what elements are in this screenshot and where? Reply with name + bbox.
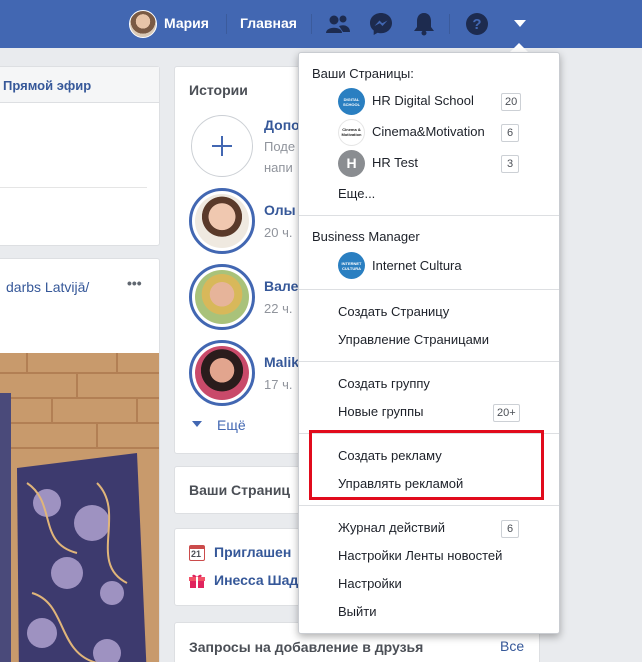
home-link[interactable]: Главная — [240, 15, 297, 31]
page-link[interactable]: HR Digital School — [372, 93, 474, 108]
page-link[interactable]: Cinema&Motivation — [372, 124, 485, 139]
divider — [311, 14, 312, 34]
post-options-button[interactable]: ••• — [127, 275, 142, 291]
stories-title: Истории — [189, 82, 248, 98]
account-dropdown-menu: Ваши Страницы: DIGITAL SCHOOL HR Digital… — [298, 52, 560, 634]
new-groups-count: 20+ — [493, 404, 520, 422]
feed-post: darbs Latvijā/ ••• — [0, 258, 160, 662]
new-groups-item[interactable]: Новые группы — [338, 404, 423, 419]
birthday-link[interactable]: Инесса Шад — [214, 572, 298, 588]
notifications-icon[interactable] — [412, 12, 436, 36]
help-icon[interactable]: ? — [465, 12, 489, 36]
gift-icon — [189, 574, 205, 588]
ads-highlight-box — [309, 430, 544, 500]
story-name[interactable]: Malik — [264, 354, 299, 370]
divider — [226, 14, 227, 34]
svg-text:?: ? — [472, 16, 481, 33]
see-all-link[interactable]: Все — [500, 638, 524, 654]
pages-section-header: Ваши Страницы: — [312, 66, 414, 81]
story-avatar[interactable] — [189, 188, 255, 254]
more-pages-link[interactable]: Еще... — [338, 186, 375, 201]
calendar-icon: 21 — [189, 545, 205, 561]
post-photo[interactable] — [0, 353, 159, 662]
activity-log-item[interactable]: Журнал действий — [338, 520, 445, 535]
friend-requests-title: Запросы на добавление в друзья — [189, 639, 424, 655]
news-feed-settings-item[interactable]: Настройки Ленты новостей — [338, 548, 502, 563]
story-name[interactable]: Вале — [264, 278, 298, 294]
logout-item[interactable]: Выйти — [338, 604, 377, 619]
user-avatar[interactable] — [129, 10, 157, 38]
add-story-button[interactable] — [191, 115, 253, 177]
pages-card-title: Ваши Страниц — [189, 482, 291, 498]
live-tab[interactable]: Прямой эфир — [0, 67, 159, 103]
create-group-item[interactable]: Создать группу — [338, 376, 430, 391]
story-name[interactable]: Олы — [264, 202, 296, 218]
user-name-link[interactable]: Мария — [164, 15, 209, 31]
page-avatar: Cinema & Motivation — [338, 119, 365, 146]
top-navigation-bar: Мария Главная ? — [0, 0, 642, 48]
business-link[interactable]: Internet Cultura — [372, 258, 462, 273]
chevron-down-icon — [192, 421, 202, 427]
menu-divider — [299, 215, 559, 216]
page-avatar: H — [338, 150, 365, 177]
activity-log-count: 6 — [501, 520, 519, 538]
messenger-icon[interactable] — [369, 12, 393, 36]
page-notification-count: 3 — [501, 155, 519, 173]
add-story-title[interactable]: Допо — [264, 117, 300, 133]
story-avatar[interactable] — [189, 264, 255, 330]
menu-divider — [299, 505, 559, 506]
page-link[interactable]: HR Test — [372, 155, 418, 170]
friends-icon[interactable] — [326, 12, 350, 36]
manage-pages-item[interactable]: Управление Страницами — [338, 332, 489, 347]
settings-item[interactable]: Настройки — [338, 576, 402, 591]
story-time: 17 ч. — [264, 377, 293, 392]
stories-more-label: Ещё — [217, 417, 246, 433]
story-time: 22 ч. — [264, 301, 293, 316]
add-story-sub: Поде — [264, 139, 296, 154]
business-avatar: INTERNET CULTURA — [338, 252, 365, 279]
menu-divider — [299, 289, 559, 290]
post-title[interactable]: darbs Latvijā/ — [6, 279, 89, 295]
menu-caret-icon[interactable] — [508, 12, 532, 36]
page-avatar: DIGITAL SCHOOL — [338, 88, 365, 115]
page-notification-count: 20 — [501, 93, 522, 111]
story-time: 20 ч. — [264, 225, 293, 240]
divider — [0, 187, 147, 188]
dropdown-caret — [510, 43, 528, 52]
live-card: Прямой эфир — [0, 66, 160, 246]
add-story-sub: напи — [264, 160, 293, 175]
event-invite-link[interactable]: Приглашен — [214, 544, 291, 560]
business-manager-header: Business Manager — [312, 229, 420, 244]
menu-divider — [299, 361, 559, 362]
live-tab-label: Прямой эфир — [3, 78, 92, 93]
story-avatar[interactable] — [189, 340, 255, 406]
divider — [449, 14, 450, 34]
create-page-item[interactable]: Создать Страницу — [338, 304, 449, 319]
page-notification-count: 6 — [501, 124, 519, 142]
plus-icon — [212, 136, 232, 156]
